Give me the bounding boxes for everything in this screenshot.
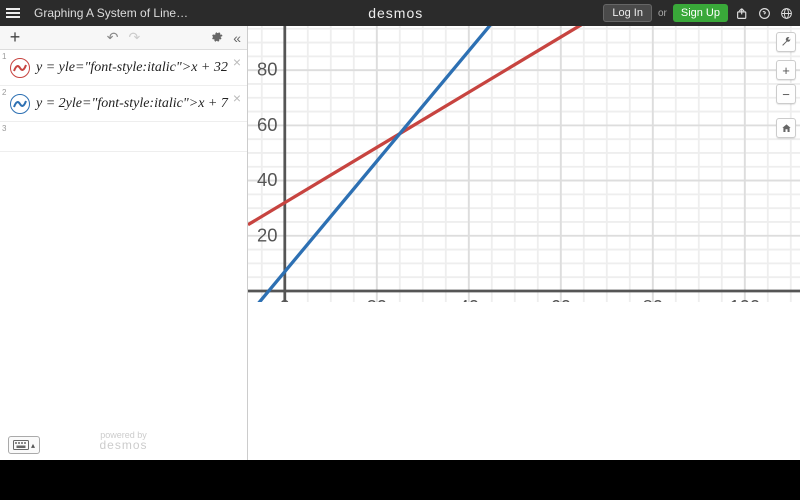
expression-index: 2	[2, 88, 8, 97]
wrench-icon[interactable]	[776, 32, 796, 52]
add-expression-button[interactable]: +	[6, 27, 24, 48]
expression-formula[interactable]: y = yle="font-style:italic">x + 32	[36, 60, 228, 76]
header-bar: Graphing A System of Line… desmos Log In…	[0, 0, 800, 26]
or-label: or	[658, 8, 667, 19]
delete-expression-icon[interactable]: ×	[233, 90, 241, 106]
home-button[interactable]	[776, 118, 796, 138]
x-tick-label: 20	[367, 296, 387, 302]
keyboard-button[interactable]: ▴	[8, 436, 40, 454]
expression-color-icon[interactable]	[10, 94, 30, 114]
expression-formula[interactable]: y = 2yle="font-style:italic">x + 7	[36, 96, 228, 112]
delete-expression-icon[interactable]: ×	[233, 54, 241, 70]
expression-row[interactable]: 1 y = yle="font-style:italic">x + 32 ×	[0, 50, 247, 86]
expression-list: 1 y = yle="font-style:italic">x + 32 × 2 y =…	[0, 50, 247, 460]
help-icon[interactable]	[756, 5, 772, 21]
language-icon[interactable]	[778, 5, 794, 21]
y-tick-label: 40	[257, 169, 277, 190]
expression-row[interactable]: 2 y = 2yle="font-style:italic">x + 7 ×	[0, 86, 247, 122]
redo-button[interactable]: ↷	[129, 29, 141, 46]
y-tick-label: 60	[257, 114, 277, 135]
signup-button[interactable]: Sign Up	[673, 4, 728, 22]
x-tick-label: 0	[280, 296, 290, 302]
share-icon[interactable]	[734, 5, 750, 21]
zoom-in-button[interactable]: +	[776, 60, 796, 80]
document-title[interactable]: Graphing A System of Line…	[34, 6, 188, 20]
settings-icon[interactable]	[210, 30, 223, 46]
panel-toolbar: + ↶ ↷ «	[0, 26, 247, 50]
collapse-panel-icon[interactable]: «	[233, 30, 241, 46]
undo-button[interactable]: ↶	[107, 29, 119, 46]
hamburger-icon[interactable]	[6, 8, 26, 18]
x-tick-label: 60	[551, 296, 571, 302]
expression-index: 3	[2, 124, 8, 133]
expression-row-empty[interactable]: 3	[0, 124, 247, 152]
graph-canvas[interactable]: 0 20 40 60 80 100 20 40 60 80	[248, 26, 800, 302]
graph-area[interactable]: 0 20 40 60 80 100 20 40 60 80 + −	[248, 26, 800, 460]
x-tick-label: 40	[459, 296, 479, 302]
y-tick-label: 80	[257, 59, 277, 80]
expression-panel: + ↶ ↷ « 1 y = yle="font-style:italic">x +…	[0, 26, 248, 460]
x-tick-label: 80	[643, 296, 663, 302]
expression-index: 1	[2, 52, 8, 61]
x-tick-label: 100	[729, 296, 760, 302]
y-tick-label: 20	[257, 224, 277, 245]
expression-color-icon[interactable]	[10, 58, 30, 78]
powered-by: powered by desmos	[99, 430, 147, 450]
login-button[interactable]: Log In	[603, 4, 652, 22]
zoom-out-button[interactable]: −	[776, 84, 796, 104]
desmos-logo: desmos	[188, 5, 603, 21]
